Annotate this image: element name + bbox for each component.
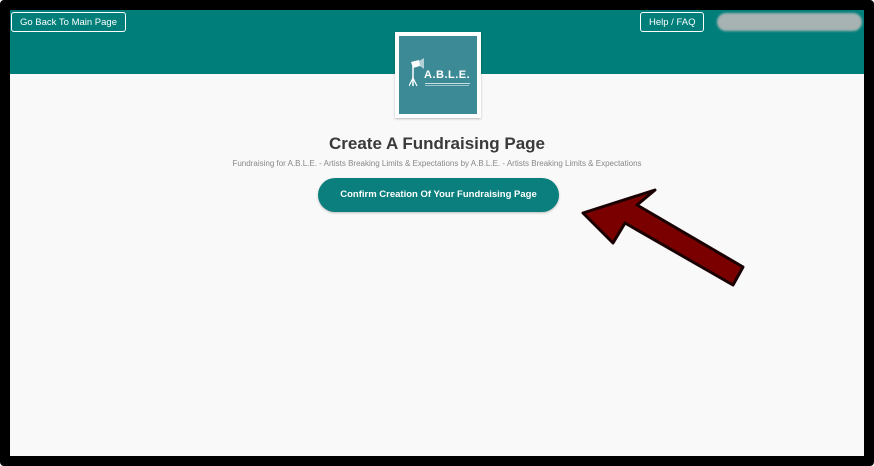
page-title: Create A Fundraising Page xyxy=(328,134,545,153)
logo-tagline-line xyxy=(425,85,469,86)
page-subtitle: Fundraising for A.B.L.E. - Artists Break… xyxy=(232,159,642,168)
user-account-pill[interactable] xyxy=(717,13,862,31)
organization-logo: A.B.L.E. xyxy=(399,36,477,114)
confirm-creation-button[interactable]: Confirm Creation Of Your Fundraising Pag… xyxy=(318,178,559,212)
go-back-main-page-button[interactable]: Go Back To Main Page xyxy=(11,12,126,32)
pointer-arrow-icon xyxy=(581,188,745,287)
logo-underline xyxy=(425,83,470,84)
logo-text: A.B.L.E. xyxy=(424,69,471,81)
organization-logo-card: A.B.L.E. xyxy=(395,32,481,118)
spotlight-icon xyxy=(409,58,424,87)
browser-frame: Go Back To Main Page Help / FAQ A.B.L.E.… xyxy=(0,0,874,466)
help-faq-button[interactable]: Help / FAQ xyxy=(640,12,705,32)
